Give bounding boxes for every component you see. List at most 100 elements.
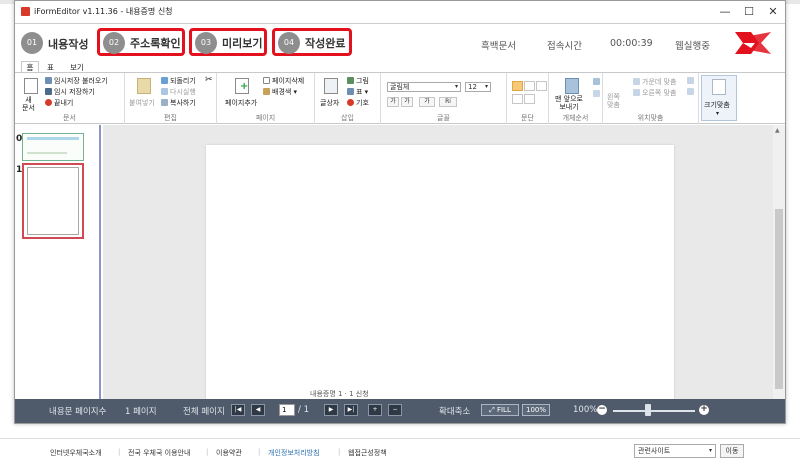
vertical-scrollbar[interactable]: ▲ <box>773 125 785 399</box>
zoom-out-button[interactable]: − <box>597 405 607 415</box>
step-preview[interactable]: 03 미리보기 <box>189 28 267 56</box>
window-title: iFormEditor v1.11.36 - 내용증명 신청 <box>34 7 173 16</box>
align-distribute-button[interactable] <box>524 94 535 104</box>
page-count-value: 1 페이지 <box>125 407 157 417</box>
footer-separator: | <box>118 448 121 456</box>
page-thumbnail-1[interactable] <box>22 163 84 239</box>
font-color-button[interactable]: 가 <box>419 97 435 107</box>
align-right-button[interactable] <box>536 81 547 91</box>
zoom-value: 100% <box>573 405 598 415</box>
delete-page-button[interactable]: 페이지삭제 <box>263 76 304 86</box>
font-face-value: 굴림체 <box>390 83 410 91</box>
document-page[interactable]: 내용증명 1 · 1 신청 <box>206 145 674 399</box>
step-content-write[interactable]: 01 내용작성 <box>17 29 97 57</box>
step-number: 04 <box>278 32 300 54</box>
first-page-button[interactable]: |◀ <box>231 404 245 416</box>
scroll-up-icon[interactable]: ▲ <box>775 127 780 134</box>
step-complete[interactable]: 04 작성완료 <box>272 28 352 56</box>
current-page-input[interactable]: 1 <box>279 404 295 416</box>
steps-header: 01 내용작성 02 주소록확인 03 미리보기 04 작성완료 흑백문서 접속… <box>15 23 785 61</box>
close-document-button[interactable]: 끝내기 <box>45 98 73 108</box>
font-face-select[interactable]: 굴림체 ▾ <box>387 82 461 92</box>
bring-front-icon <box>565 78 579 94</box>
next-page-button[interactable]: ▶ <box>324 404 338 416</box>
temp-save-button[interactable]: 임시 저장하기 <box>45 87 95 97</box>
ribbon-toolbar: 새 문서 임시저장 불러오기 임시 저장하기 끝내기 문서 붙여넣기 되돌리기 … <box>15 72 785 124</box>
background-color-button[interactable]: 배경색 ▾ <box>263 87 297 97</box>
footer-separator: | <box>338 448 341 456</box>
align-justify-button[interactable] <box>512 94 523 104</box>
maximize-button[interactable]: ☐ <box>737 4 761 20</box>
go-button[interactable]: 이동 <box>720 444 744 458</box>
align-object-right-button[interactable]: 오른쪽 맞춤 <box>633 88 676 98</box>
new-document-button[interactable]: 새 문서 <box>22 96 35 112</box>
footer-link-accessibility[interactable]: 웹접근성정책 <box>348 448 387 458</box>
paste-button[interactable]: 붙여넣기 <box>129 98 155 108</box>
footer-link-post-offices[interactable]: 전국 우체국 이용안내 <box>128 448 190 458</box>
zoom-slider-handle[interactable] <box>645 404 652 416</box>
undo-button[interactable]: 되돌리기 <box>161 76 196 86</box>
app-icon <box>21 7 30 16</box>
temp-save-label: 임시 저장하기 <box>54 88 95 96</box>
redo-label: 다시실행 <box>170 88 196 96</box>
load-temp-button[interactable]: 임시저장 불러오기 <box>45 76 108 86</box>
bold-button[interactable]: 가 <box>387 97 399 107</box>
close-button[interactable]: ✕ <box>761 4 785 20</box>
align-center-button[interactable] <box>524 81 535 91</box>
table-label: 표 <box>356 88 363 96</box>
align-left-button[interactable] <box>512 81 523 91</box>
paste-icon <box>137 78 151 94</box>
footer-link-about[interactable]: 인터넷우체국소개 <box>50 448 102 458</box>
copy-button[interactable]: 복사하기 <box>161 98 196 108</box>
fill-icon: ⤢ <box>489 406 497 414</box>
scrollbar-thumb[interactable] <box>775 209 783 389</box>
page-footer-text: 내용증명 1 · 1 신청 <box>310 390 369 398</box>
symbol-button[interactable]: 기호 <box>347 98 369 108</box>
image-icon <box>347 77 354 84</box>
italic-button[interactable]: 가 <box>401 97 413 107</box>
align-object-left-button[interactable]: 왼쪽 맞춤 <box>607 93 620 109</box>
add-page-icon[interactable]: + <box>368 404 382 416</box>
group-insert: 글상자 그림 표 ▾ 기호 삽입 <box>315 73 381 124</box>
minimize-button[interactable]: — <box>713 4 737 20</box>
align-bottom-button[interactable] <box>687 88 696 96</box>
textbox-button[interactable]: 글상자 <box>320 98 339 108</box>
thumbnail-content <box>27 137 79 140</box>
cut-icon[interactable]: ✂ <box>205 75 213 85</box>
zoom-slider-track[interactable] <box>613 410 695 412</box>
send-backward-icon <box>593 90 600 97</box>
prev-page-button[interactable]: ◀ <box>251 404 265 416</box>
zoom-100-button[interactable]: 100% <box>522 404 550 416</box>
symbol-icon <box>347 99 354 106</box>
thumbnail-content <box>27 152 67 154</box>
last-page-button[interactable]: ▶| <box>344 404 358 416</box>
group-title: 문단 <box>521 114 534 122</box>
highlight-button[interactable]: Ri <box>439 97 457 107</box>
title-bar: iFormEditor v1.11.36 - 내용증명 신청 — ☐ ✕ <box>15 1 785 23</box>
send-backward-button[interactable] <box>593 90 602 98</box>
align-top-button[interactable] <box>687 77 696 85</box>
add-page-button[interactable]: 페이지추가 <box>225 98 257 108</box>
font-size-select[interactable]: 12 ▾ <box>465 82 491 92</box>
send-back-button[interactable] <box>593 78 602 86</box>
footer-link-terms[interactable]: 이용약관 <box>216 448 242 458</box>
footer-link-privacy[interactable]: 개인정보처리방침 <box>268 448 320 458</box>
group-title: 개체순서 <box>562 114 589 122</box>
page-thumbnail-0[interactable] <box>22 133 84 161</box>
copy-icon <box>161 99 168 106</box>
redo-button[interactable]: 다시실행 <box>161 87 196 97</box>
step-address-check[interactable]: 02 주소록확인 <box>97 28 185 56</box>
image-button[interactable]: 그림 <box>347 76 369 86</box>
remove-page-icon[interactable]: − <box>388 404 402 416</box>
group-position: 왼쪽 맞춤 가운데 맞춤 오른쪽 맞춤 위치맞춤 <box>603 73 699 124</box>
bring-front-button[interactable]: 맨 앞으로 보내기 <box>555 95 583 111</box>
zoom-fill-button[interactable]: ⤢ FILL <box>481 404 519 416</box>
related-sites-select[interactable]: 관련사이트 ▾ <box>634 444 716 458</box>
group-title: 페이지 <box>255 114 276 122</box>
table-button[interactable]: 표 ▾ <box>347 87 368 97</box>
paint-icon <box>263 88 270 95</box>
fit-size-button[interactable]: 크기맞춤 ▾ <box>701 75 737 121</box>
total-pages-value: / 1 <box>298 405 309 415</box>
zoom-in-button[interactable]: + <box>699 405 709 415</box>
align-object-center-button[interactable]: 가운데 맞춤 <box>633 77 676 87</box>
